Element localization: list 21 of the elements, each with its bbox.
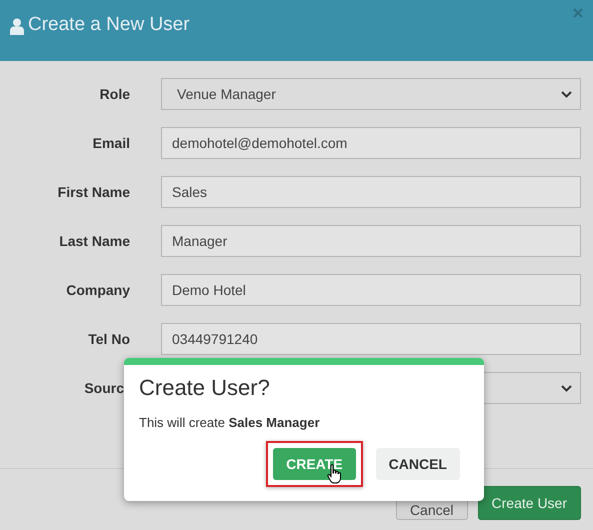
user-icon [10, 18, 24, 35]
chevron-down-icon [561, 384, 572, 392]
window-title: Create a New User [28, 14, 190, 36]
field-label: First Name [56, 184, 130, 200]
input-field[interactable]: Demo Hotel [161, 274, 581, 306]
create-user-button[interactable]: Create User [478, 486, 581, 520]
field-label: Tel No [87, 331, 130, 347]
field-label: Company [65, 282, 130, 298]
dialog-message: This will create Sales Manager [139, 415, 321, 430]
input-field[interactable]: Sales [161, 176, 581, 208]
field-label: Role [98, 86, 130, 102]
field-label: Sourc [83, 380, 125, 396]
input-field[interactable]: demohotel@demohotel.com [161, 127, 581, 159]
input-field[interactable]: 03449791240 [161, 323, 581, 355]
input-field[interactable]: Manager [161, 225, 581, 257]
cancel-button[interactable]: CANCEL [376, 448, 460, 480]
dialog-title: Create User? [139, 375, 270, 401]
select-field[interactable]: Venue Manager [161, 78, 581, 110]
chevron-down-icon [561, 90, 572, 98]
field-label: Email [92, 135, 130, 151]
field-label: Last Name [58, 233, 130, 249]
